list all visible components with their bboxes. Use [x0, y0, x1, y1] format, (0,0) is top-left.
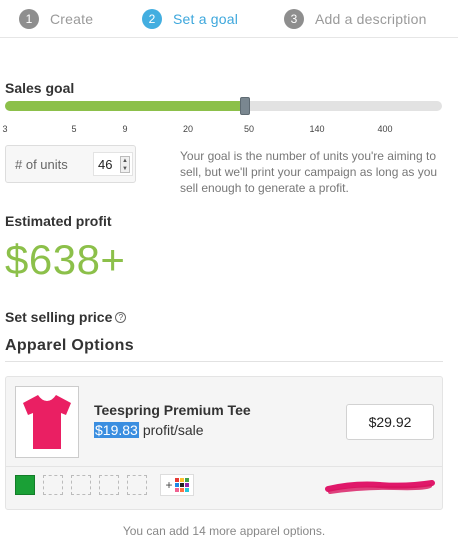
- color-palette-icon: [174, 478, 189, 492]
- tshirt-icon: [23, 395, 71, 449]
- estimated-profit-label: Estimated profit: [5, 213, 112, 229]
- estimated-profit-value: $638+: [5, 236, 126, 283]
- product-price-input[interactable]: $29.92: [346, 404, 434, 440]
- sales-goal-title: Sales goal: [5, 80, 75, 96]
- step-label: Create: [50, 11, 94, 27]
- profit-amount: $19.83: [94, 422, 139, 438]
- step-number: 2: [142, 9, 162, 29]
- slider-handle[interactable]: [240, 97, 250, 115]
- spinner-up-icon[interactable]: ▲: [121, 157, 129, 165]
- goal-description: Your goal is the number of units you're …: [180, 149, 438, 195]
- help-icon[interactable]: ?: [115, 311, 127, 323]
- slider-tick: 400: [377, 124, 393, 134]
- step-label: Set a goal: [173, 11, 239, 27]
- steps-header: 1 Create 2 Set a goal 3 Add a descriptio…: [0, 0, 458, 38]
- redaction-scribble: [325, 480, 435, 494]
- plus-icon: +: [165, 478, 173, 492]
- units-spinner[interactable]: ▲ ▼: [120, 156, 130, 173]
- product-name: Teespring Premium Tee: [94, 402, 251, 418]
- color-swatch-selected[interactable]: [15, 475, 35, 495]
- product-card: Teespring Premium Tee $19.83 profit/sale…: [5, 376, 443, 510]
- color-swatch-empty[interactable]: [43, 475, 63, 495]
- sales-goal-slider[interactable]: [5, 97, 442, 115]
- spinner-down-icon[interactable]: ▼: [121, 165, 129, 173]
- step-create[interactable]: 1 Create: [19, 8, 93, 30]
- units-label: # of units: [15, 156, 68, 172]
- slider-fill: [5, 101, 245, 111]
- color-swatch-empty[interactable]: [71, 475, 91, 495]
- apparel-options-heading: Apparel Options: [5, 337, 443, 362]
- selling-price-text: Set selling price: [5, 309, 113, 325]
- slider-tick: 50: [243, 124, 255, 134]
- card-divider: [6, 466, 442, 467]
- product-thumbnail[interactable]: [15, 386, 79, 458]
- apparel-footer-note: You can add 14 more apparel options.: [122, 524, 326, 537]
- slider-tick: 9: [122, 124, 128, 134]
- color-swatch-empty[interactable]: [127, 475, 147, 495]
- slider-tick: 5: [71, 124, 77, 134]
- step-set-goal[interactable]: 2 Set a goal: [142, 8, 238, 30]
- step-label: Add a description: [315, 11, 427, 27]
- selling-price-label: Set selling price ?: [5, 309, 127, 325]
- slider-tick: 140: [309, 124, 325, 134]
- units-value: 46: [98, 156, 113, 172]
- step-number: 1: [19, 9, 39, 29]
- profit-suffix: profit/sale: [142, 422, 204, 438]
- color-swatch-empty[interactable]: [99, 475, 119, 495]
- units-box: # of units 46 ▲ ▼: [5, 145, 136, 183]
- step-add-description[interactable]: 3 Add a description: [284, 8, 427, 30]
- slider-tick: 3: [2, 124, 8, 134]
- slider-tick: 20: [182, 124, 194, 134]
- step-number: 3: [284, 9, 304, 29]
- product-profit: $19.83 profit/sale: [94, 422, 204, 438]
- add-colors-button[interactable]: +: [160, 474, 194, 496]
- units-input[interactable]: 46 ▲ ▼: [93, 152, 133, 176]
